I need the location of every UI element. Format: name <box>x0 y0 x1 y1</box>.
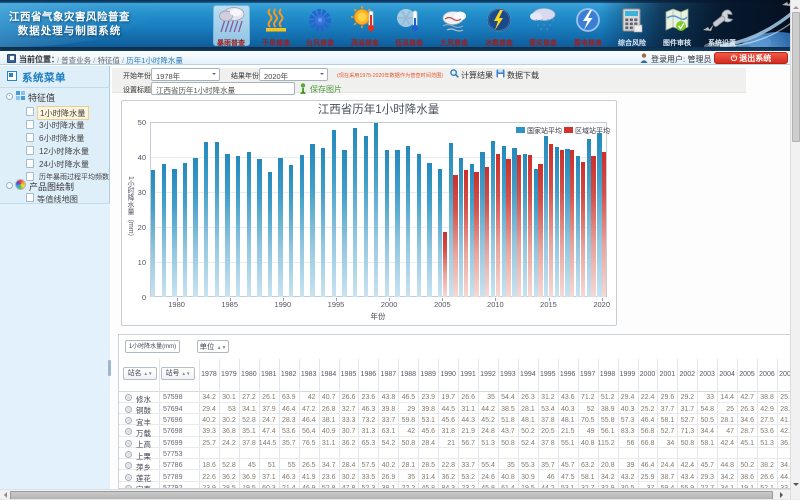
svg-text:*: * <box>552 19 555 25</box>
